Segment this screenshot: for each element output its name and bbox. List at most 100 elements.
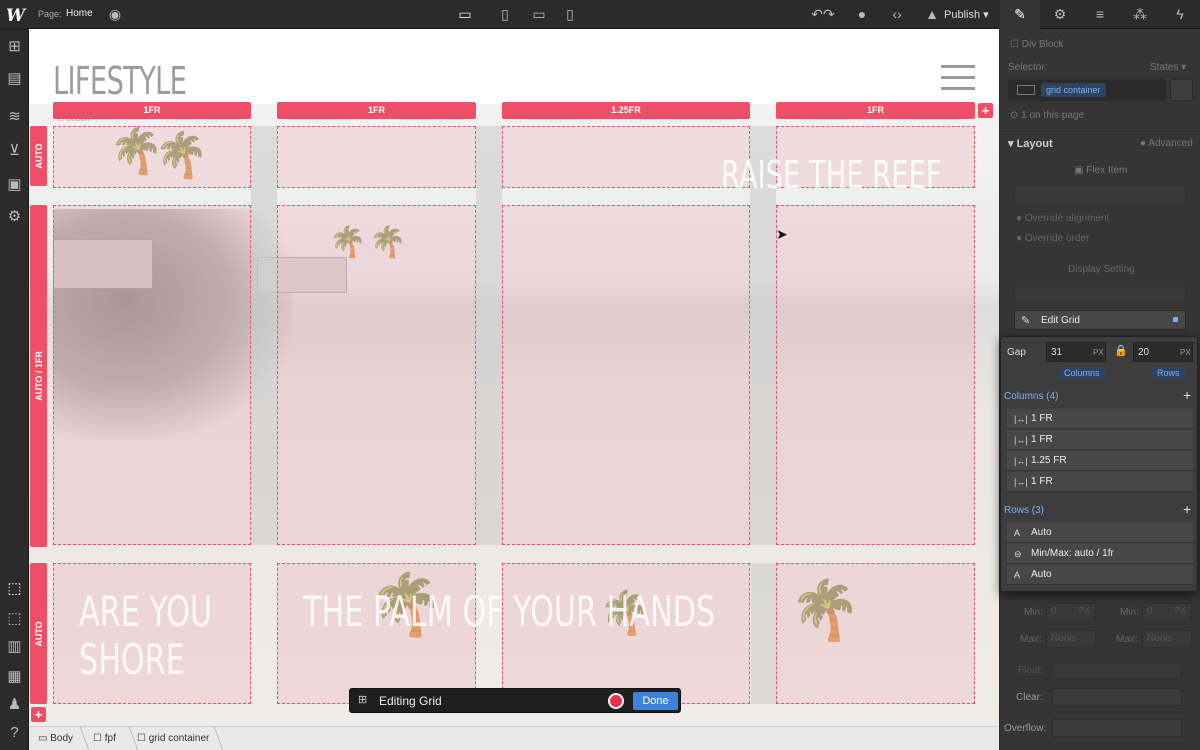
minmax-height-icon: ⊖ (1014, 549, 1022, 559)
section-heading-line2[interactable]: SHORE (79, 635, 185, 684)
column-gap (251, 126, 277, 545)
column-width-icon: |↔| (1014, 414, 1028, 424)
site-logo-text[interactable]: LIFESTYLE (53, 59, 187, 103)
comments-icon[interactable]: ● (852, 0, 872, 28)
cms-icon[interactable]: ≋ (5, 107, 24, 126)
selector-tag[interactable]: grid container (1041, 83, 1106, 97)
grid-overlay-icon[interactable]: ▥ (5, 637, 24, 656)
add-panel-icon[interactable]: ⊞ (5, 37, 24, 56)
tablet-icon[interactable]: ▯ (496, 0, 514, 28)
selector-class-icon (1017, 85, 1035, 95)
users-icon[interactable]: ♟ (5, 695, 24, 714)
row-item[interactable]: ⊖ Min/Max: auto / 1fr (1007, 544, 1193, 564)
layout-section-title[interactable]: ▾ Layout (1008, 137, 1053, 150)
select-cursor-icon[interactable]: ⬚ (5, 579, 24, 598)
webflow-logo[interactable]: W (6, 6, 25, 26)
grid-row-header[interactable]: AUTO (30, 563, 47, 704)
page-selector[interactable]: Home (66, 8, 93, 19)
advanced-toggle[interactable]: ● Advanced (1140, 138, 1193, 149)
breadcrumb: ▭ Body ☐ fpf ☐ grid container (29, 726, 999, 750)
panel-tabs: ✎ ⚙ ≡ ⁂ ϟ (1000, 0, 1200, 29)
add-row-button[interactable]: + (31, 707, 46, 722)
grid-column-header[interactable]: 1FR (776, 102, 975, 119)
column-gap (476, 126, 502, 545)
overflow-buttons[interactable] (1052, 719, 1182, 737)
display-setting-buttons[interactable] (1014, 284, 1186, 304)
design-canvas[interactable]: 🌴 🌴 🌴 🌴 🌴 🌴 🌴 LIFESTYLE ☐ Beach 1FR 1FR … (29, 29, 999, 726)
hero-heading[interactable]: RAISE THE REEF (721, 153, 942, 197)
rows-gap-link[interactable]: Rows (1152, 367, 1185, 379)
row-item[interactable]: A Auto (1007, 565, 1193, 585)
pages-icon[interactable]: ▤ (5, 69, 24, 88)
editing-grid-toolbar: ⊞ Editing Grid Done (349, 688, 681, 713)
settings-gear-icon[interactable]: ⚙ (5, 207, 24, 226)
grid-column-header[interactable]: 1FR (277, 102, 476, 119)
add-column-icon[interactable]: + (1183, 387, 1191, 403)
help-icon[interactable]: ? (5, 723, 24, 742)
edit-grid-button[interactable]: ✎ Edit Grid (1014, 310, 1186, 330)
navigator-icon[interactable]: ▦ (5, 667, 24, 686)
states-dropdown[interactable]: States ▾ (1150, 62, 1186, 73)
min-width-input[interactable]: 0 PX (1046, 603, 1096, 621)
float-buttons[interactable] (1052, 661, 1182, 679)
grid-column-header[interactable]: 1FR (53, 102, 251, 119)
column-item[interactable]: |↔| 1 FR (1007, 409, 1193, 429)
selector-options-icon[interactable] (1170, 79, 1193, 101)
grid-row-header[interactable]: AUTO / 1FR (30, 205, 47, 547)
row-gap-input[interactable]: 20 PX (1133, 342, 1193, 362)
publish-icon: ▲ (925, 6, 939, 22)
grid-cell[interactable] (502, 126, 750, 188)
flex-sizing-buttons[interactable] (1014, 185, 1186, 205)
grid-cell[interactable] (53, 126, 251, 188)
grid-cell[interactable] (277, 205, 476, 545)
max-height-input[interactable]: None (1142, 630, 1192, 648)
grid-cell[interactable] (277, 126, 476, 188)
desktop-icon[interactable]: ▭ (452, 0, 478, 28)
grid-cell[interactable] (776, 563, 975, 704)
add-row-icon[interactable]: + (1183, 501, 1191, 517)
mobile-portrait-icon[interactable]: ▯ (562, 0, 578, 28)
grid-cell[interactable] (502, 205, 750, 545)
record-indicator-icon[interactable] (608, 693, 624, 709)
grid-cell[interactable] (53, 205, 251, 545)
breadcrumb-item[interactable]: ☐ grid container (137, 733, 209, 744)
selector-field[interactable]: grid container (1008, 79, 1166, 101)
column-item[interactable]: |↔| 1.25 FR (1007, 451, 1193, 471)
mobile-landscape-icon[interactable]: ▭ (530, 0, 548, 28)
interactions-icon[interactable]: ⁂ (1120, 0, 1160, 29)
section-heading-line1[interactable]: ARE YOU (79, 587, 212, 636)
row-item[interactable]: A Auto (1007, 523, 1193, 543)
clear-buttons[interactable] (1052, 688, 1182, 706)
undo-redo-icon[interactable]: ↶↷ (808, 0, 838, 28)
settings-gear-icon[interactable]: ⚙ (1040, 0, 1080, 29)
navigator-icon[interactable]: ≡ (1080, 0, 1120, 29)
columns-gap-link[interactable]: Columns (1059, 367, 1105, 379)
style-brush-icon[interactable]: ✎ (1000, 0, 1040, 29)
max-width-input[interactable]: None (1046, 630, 1096, 648)
page-label: Page: (38, 9, 62, 19)
lightning-icon[interactable]: ϟ (1160, 0, 1200, 29)
code-icon[interactable]: ‹› (886, 0, 908, 28)
assets-icon[interactable]: ▣ (5, 175, 24, 194)
breadcrumb-item[interactable]: ☐ fpf (93, 733, 116, 744)
lock-icon[interactable]: 🔒 (1114, 344, 1128, 357)
done-button[interactable]: Done (633, 692, 678, 710)
eye-icon[interactable]: ◉ (106, 0, 124, 28)
min-height-input[interactable]: 0 PX (1142, 603, 1192, 621)
column-item[interactable]: |↔| 1 FR (1007, 430, 1193, 450)
breadcrumb-item[interactable]: ▭ Body (38, 733, 73, 744)
override-alignment-toggle[interactable]: ● Override alignment (1016, 213, 1109, 224)
add-column-button[interactable]: + (978, 103, 993, 118)
grid-column-header[interactable]: 1.25FR (502, 102, 750, 119)
hamburger-menu-icon[interactable] (941, 65, 975, 91)
mouse-cursor-icon: ➤ (776, 226, 788, 242)
column-gap-input[interactable]: 31 PX (1046, 342, 1106, 362)
preview-select-icon[interactable]: ⬚ (5, 609, 24, 628)
section-heading[interactable]: THE PALM OF YOUR HANDS (303, 587, 715, 636)
override-order-toggle[interactable]: ● Override order (1016, 233, 1089, 244)
column-item[interactable]: |↔| 1 FR (1007, 472, 1193, 492)
grid-cell[interactable] (776, 205, 975, 545)
ecommerce-cart-icon[interactable]: ⊻ (5, 141, 24, 160)
grid-row-header[interactable]: AUTO (30, 126, 47, 186)
publish-button[interactable]: Publish ▾ (944, 8, 989, 21)
